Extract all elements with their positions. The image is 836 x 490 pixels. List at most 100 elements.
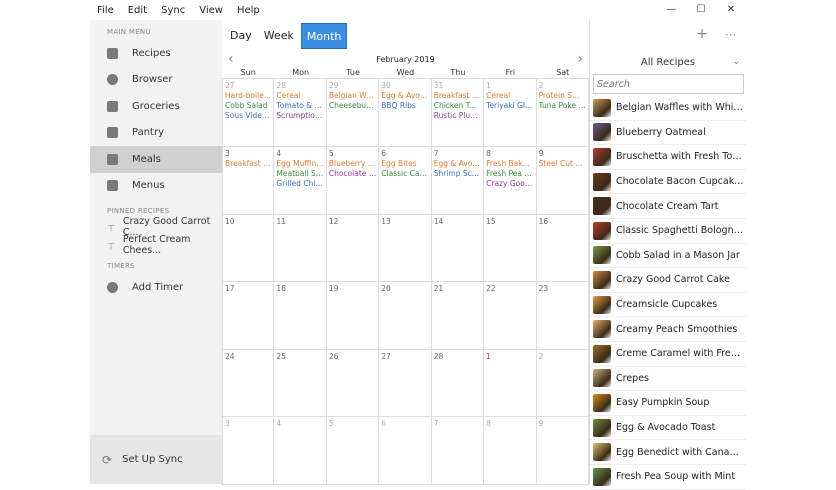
meal-entry[interactable]: Hard-boiled... bbox=[225, 91, 271, 101]
meal-entry[interactable]: Shrimp Sca... bbox=[434, 169, 481, 179]
minimize-button[interactable]: — bbox=[656, 0, 686, 20]
close-button[interactable]: ✕ bbox=[716, 0, 746, 20]
day-cell[interactable]: 2 bbox=[536, 350, 589, 417]
day-cell[interactable]: 11 bbox=[274, 215, 327, 282]
meal-entry[interactable]: Cobb Salad bbox=[225, 101, 271, 111]
sidebar-item-browser[interactable]: Browser bbox=[90, 67, 222, 94]
day-cell[interactable]: 27Hard-boiled...Cobb SaladSous Vide St..… bbox=[222, 79, 275, 147]
day-cell[interactable]: 28CerealTomato & M...Scrumptious... bbox=[274, 79, 327, 147]
day-cell[interactable]: 15 bbox=[484, 215, 537, 282]
recipe-list-item[interactable]: Cobb Salad in a Mason Jar bbox=[590, 244, 746, 269]
recipe-list-item[interactable]: Fresh Pea Soup with Mint bbox=[590, 465, 746, 490]
recipe-list-item[interactable]: Chocolate Bacon Cupcakes... bbox=[590, 170, 746, 195]
recipe-list-item[interactable]: Creamy Peach Smoothies bbox=[590, 317, 746, 342]
day-cell[interactable]: 28 bbox=[431, 350, 485, 417]
day-cell[interactable]: 21 bbox=[431, 282, 485, 350]
day-cell[interactable]: 7Egg & Avoca...Shrimp Sca... bbox=[431, 147, 485, 215]
meal-entry[interactable]: Cereal bbox=[276, 91, 323, 101]
recipe-list-item[interactable]: Egg & Avocado Toast bbox=[590, 416, 746, 441]
meal-entry[interactable]: Breakfast Bu... bbox=[225, 159, 271, 169]
sidebar-item-menus[interactable]: Menus bbox=[90, 173, 222, 200]
sidebar-item-meals[interactable]: Meals bbox=[90, 146, 222, 173]
view-month-button[interactable]: Month bbox=[300, 23, 348, 49]
meal-entry[interactable]: Blueberry Oa... bbox=[329, 159, 376, 169]
meal-entry[interactable]: Tuna Poke B... bbox=[539, 101, 586, 111]
meal-entry[interactable]: Fresh Baked... bbox=[486, 159, 533, 169]
day-cell[interactable]: 12 bbox=[326, 215, 380, 282]
search-input[interactable] bbox=[593, 74, 744, 94]
recipe-list-item[interactable]: Crepes bbox=[590, 367, 746, 392]
day-cell[interactable]: 13 bbox=[379, 215, 432, 282]
meal-entry[interactable]: Egg & Avoca... bbox=[381, 91, 428, 101]
meal-entry[interactable]: Steel Cut Oats bbox=[539, 159, 586, 169]
add-icon[interactable]: + bbox=[696, 26, 708, 42]
day-cell[interactable]: 5Blueberry Oa...Chocolate B... bbox=[326, 147, 380, 215]
day-cell[interactable]: 9 bbox=[536, 417, 589, 485]
day-cell[interactable]: 3 bbox=[222, 417, 275, 485]
meal-entry[interactable]: Chocolate B... bbox=[329, 169, 376, 179]
meal-entry[interactable]: Egg Muffin S... bbox=[276, 159, 323, 169]
day-cell[interactable]: 14 bbox=[431, 215, 485, 282]
recipe-list-item[interactable]: Classic Spaghetti Bolognese bbox=[590, 219, 746, 244]
day-cell[interactable]: 2 Protein Smo... Tuna Poke B... bbox=[536, 79, 589, 147]
sidebar-item-groceries[interactable]: Groceries bbox=[90, 93, 222, 120]
menu-sync[interactable]: Sync bbox=[154, 5, 192, 16]
day-cell[interactable]: 18 bbox=[274, 282, 327, 350]
day-cell[interactable]: 3Breakfast Bu... bbox=[222, 147, 275, 215]
meal-entry[interactable]: Fresh Pea So... bbox=[486, 169, 533, 179]
recipe-list-item[interactable]: Crazy Good Carrot Cake bbox=[590, 268, 746, 293]
day-cell[interactable]: 16 bbox=[536, 215, 589, 282]
meal-entry[interactable]: Meatball Sub bbox=[276, 169, 323, 179]
day-cell[interactable]: 4Egg Muffin S...Meatball SubGrilled Chic… bbox=[274, 147, 327, 215]
maximize-button[interactable]: ☐ bbox=[686, 0, 716, 20]
meal-entry[interactable]: Egg & Avoca... bbox=[434, 159, 481, 169]
day-cell[interactable]: 4 bbox=[274, 417, 327, 485]
meal-entry[interactable]: Cheeseburger bbox=[329, 101, 376, 111]
recipe-list-item[interactable]: Chocolate Cream Tart bbox=[590, 194, 746, 219]
recipe-list-item[interactable]: Creme Caramel with Fresh... bbox=[590, 342, 746, 367]
meal-entry[interactable]: Sous Vide St... bbox=[225, 111, 271, 121]
day-cell[interactable]: 20 bbox=[379, 282, 432, 350]
day-cell[interactable]: 9Steel Cut Oats bbox=[536, 147, 589, 215]
set-up-sync-button[interactable]: ⟳ Set Up Sync bbox=[90, 435, 222, 484]
day-cell[interactable]: 27 bbox=[379, 350, 432, 417]
day-cell[interactable]: 6Egg BitesClassic Caes... bbox=[379, 147, 432, 215]
meal-entry[interactable]: Chicken Teri... bbox=[434, 101, 481, 111]
day-cell[interactable]: 24 bbox=[222, 350, 275, 417]
day-cell[interactable]: 25 bbox=[274, 350, 327, 417]
recipe-list-item[interactable]: Belgian Waffles with Whipp... bbox=[590, 96, 746, 121]
day-cell[interactable]: 6 bbox=[379, 417, 432, 485]
day-cell[interactable]: 1CerealTeriyaki Glaz... bbox=[484, 79, 537, 147]
more-icon[interactable]: ⋯ bbox=[725, 28, 736, 41]
menu-help[interactable]: Help bbox=[230, 5, 267, 16]
menu-view[interactable]: View bbox=[192, 5, 230, 16]
recipe-list-item[interactable]: Creamsicle Cupcakes bbox=[590, 293, 746, 318]
meal-entry[interactable]: Teriyaki Glaz... bbox=[486, 101, 533, 111]
day-cell[interactable]: 1 bbox=[484, 350, 537, 417]
menu-edit[interactable]: Edit bbox=[121, 5, 154, 16]
day-cell[interactable]: 19 bbox=[326, 282, 380, 350]
day-cell[interactable]: 30Egg & Avoca...BBQ Ribs bbox=[379, 79, 432, 147]
recipe-list-item[interactable]: Easy Pumpkin Soup bbox=[590, 391, 746, 416]
day-cell[interactable]: 26 bbox=[326, 350, 380, 417]
meal-entry[interactable]: BBQ Ribs bbox=[381, 101, 428, 111]
meal-entry[interactable]: Rustic Plum... bbox=[434, 111, 481, 121]
day-cell[interactable]: 31Breakfast Bu...Chicken Teri...Rustic P… bbox=[431, 79, 485, 147]
recipe-list-item[interactable]: Egg Benedict with Canadia... bbox=[590, 440, 746, 465]
day-cell[interactable]: 8Fresh Baked...Fresh Pea So...Crazy Good… bbox=[484, 147, 537, 215]
sidebar-item-recipes[interactable]: Recipes bbox=[90, 40, 222, 67]
pinned-recipe[interactable]: ⊥ Perfect Cream Chees... bbox=[90, 234, 222, 256]
sidebar-item-pantry[interactable]: Pantry bbox=[90, 120, 222, 147]
meal-entry[interactable]: Cereal bbox=[486, 91, 533, 101]
next-month-button[interactable]: › bbox=[577, 51, 583, 67]
meal-entry[interactable]: Grilled Chick... bbox=[276, 179, 323, 189]
meal-entry[interactable]: Protein Smo... bbox=[539, 91, 586, 101]
day-cell[interactable]: 5 bbox=[326, 417, 380, 485]
add-timer-button[interactable]: Add Timer bbox=[90, 274, 222, 301]
meal-entry[interactable]: Scrumptious... bbox=[276, 111, 323, 121]
recipe-list-item[interactable]: Blueberry Oatmeal bbox=[590, 121, 746, 146]
day-cell[interactable]: 22 bbox=[484, 282, 537, 350]
view-week-button[interactable]: Week bbox=[259, 23, 299, 49]
day-cell[interactable]: 7 bbox=[431, 417, 485, 485]
recipe-filter-dropdown[interactable]: All Recipes ⌄ bbox=[590, 52, 746, 72]
